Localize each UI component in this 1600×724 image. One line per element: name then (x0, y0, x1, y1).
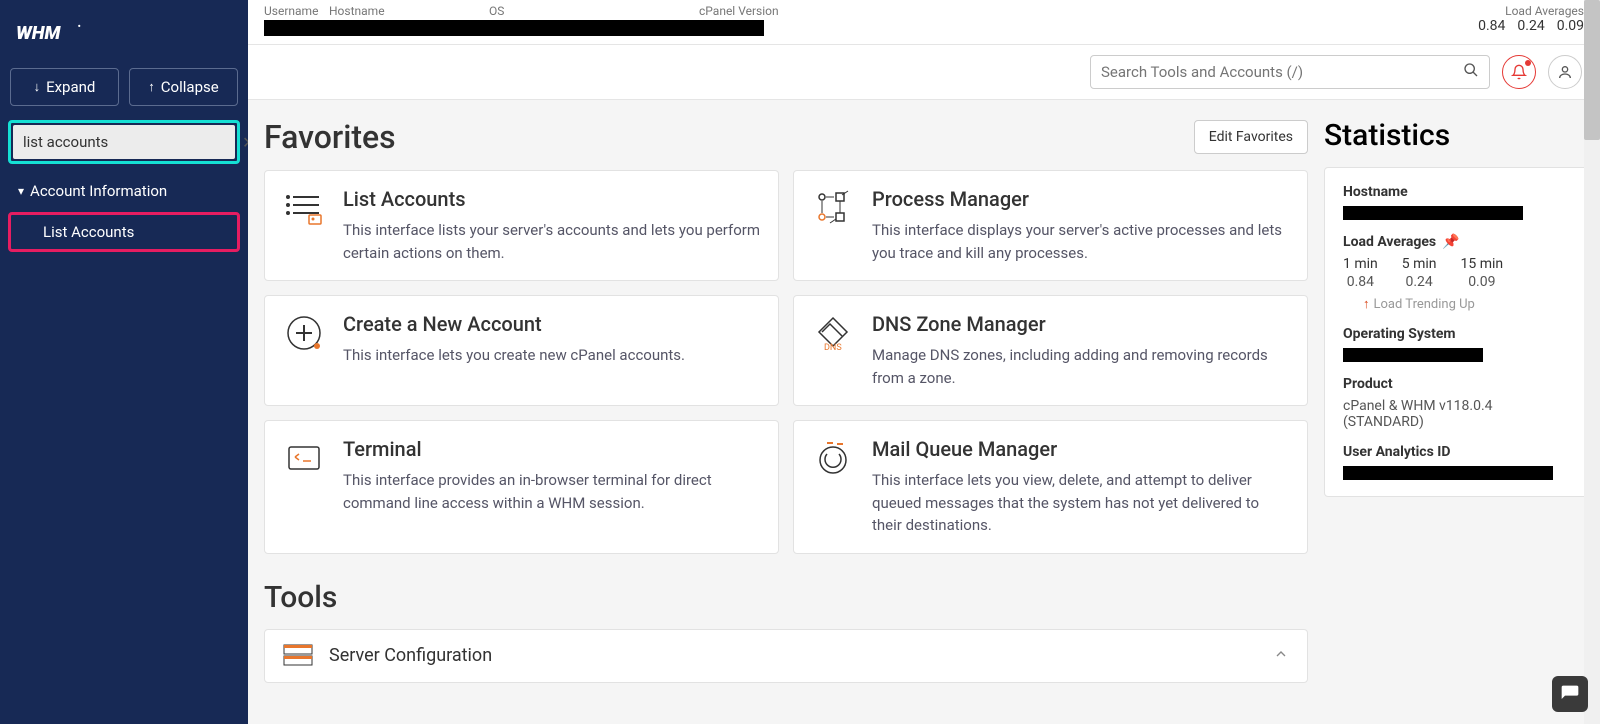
terminal-icon (283, 437, 325, 479)
sidebar-search-highlight: ✕ (8, 120, 240, 164)
card-title: Mail Queue Manager (872, 437, 1289, 461)
sidebar-search-input[interactable] (13, 125, 232, 159)
la-1min-value: 0.84 (1343, 274, 1378, 290)
arrow-down-icon: ↓ (34, 79, 41, 95)
process-manager-icon (812, 187, 854, 229)
la-15min-value: 0.09 (1461, 274, 1504, 290)
load-15min: 0.09 (1557, 18, 1584, 34)
toolbar (248, 45, 1600, 100)
collapse-button[interactable]: ↑ Collapse (129, 68, 238, 106)
favorite-card-mail-queue[interactable]: Mail Queue Manager This interface lets y… (793, 420, 1308, 554)
chat-widget-button[interactable] (1552, 676, 1588, 712)
tools-item-label: Server Configuration (329, 645, 492, 666)
sidebar: WHM ↓ Expand ↑ Collapse ✕ ▾ Account Info… (0, 0, 248, 724)
statistics-panel: Hostname Load Averages 📌 1 min 0.84 5 min… (1324, 167, 1588, 497)
card-title: Create a New Account (343, 312, 685, 336)
nav-section-account-info[interactable]: ▾ Account Information (8, 174, 240, 208)
search-icon[interactable] (1463, 62, 1479, 82)
scrollbar-thumb[interactable] (1584, 0, 1600, 140)
info-label-hostname: Hostname (329, 4, 489, 18)
info-label-os: OS (489, 4, 699, 18)
expand-button[interactable]: ↓ Expand (10, 68, 119, 106)
load-averages-label: Load Averages (1478, 4, 1584, 18)
stats-os-label: Operating System (1343, 326, 1569, 342)
trend-up-icon: ↑ (1363, 296, 1370, 312)
arrow-up-icon: ↑ (148, 79, 155, 95)
info-label-username: Username (264, 4, 329, 18)
redacted-hostname (1343, 206, 1523, 220)
tools-title: Tools (264, 580, 1308, 615)
statistics-title: Statistics (1324, 118, 1588, 153)
favorite-card-dns-zone-manager[interactable]: DNS DNS Zone Manager Manage DNS zones, i… (793, 295, 1308, 406)
svg-text:WHM: WHM (16, 22, 61, 44)
load-5min: 0.24 (1517, 18, 1544, 34)
redacted-bar (264, 20, 764, 36)
nav-item-highlight: List Accounts (8, 212, 240, 252)
stats-analytics-label: User Analytics ID (1343, 444, 1569, 460)
stats-hostname-label: Hostname (1343, 184, 1569, 200)
global-search-input[interactable] (1101, 63, 1463, 81)
chevron-up-icon[interactable] (1273, 646, 1289, 666)
trend-label: Load Trending Up (1374, 297, 1475, 312)
notification-dot-icon (1525, 60, 1531, 66)
favorite-card-create-account[interactable]: Create a New Account This interface lets… (264, 295, 779, 406)
scrollbar[interactable]: ▲ (1584, 0, 1600, 724)
edit-favorites-button[interactable]: Edit Favorites (1194, 120, 1308, 154)
favorites-title: Favorites (264, 118, 396, 156)
user-menu-button[interactable] (1548, 55, 1582, 89)
card-desc: Manage DNS zones, including adding and r… (872, 344, 1289, 389)
tools-item-server-configuration[interactable]: Server Configuration (264, 629, 1308, 683)
favorite-card-terminal[interactable]: Terminal This interface provides an in-b… (264, 420, 779, 554)
collapse-label: Collapse (161, 78, 219, 96)
card-desc: This interface lists your server's accou… (343, 219, 760, 264)
mail-queue-icon (812, 437, 854, 479)
nav-section-label: Account Information (30, 182, 167, 200)
stats-load-averages-label: Load Averages (1343, 234, 1436, 250)
card-desc: This interface displays your server's ac… (872, 219, 1289, 264)
card-desc: This interface provides an in-browser te… (343, 469, 760, 514)
favorite-card-process-manager[interactable]: Process Manager This interface displays … (793, 170, 1308, 281)
stats-product-value: cPanel & WHM v118.0.4 (STANDARD) (1343, 398, 1569, 430)
card-desc: This interface lets you view, delete, an… (872, 469, 1289, 537)
la-5min-label: 5 min (1402, 256, 1437, 272)
card-title: DNS Zone Manager (872, 312, 1289, 336)
load-1min: 0.84 (1478, 18, 1505, 34)
server-info-bar: Username Hostname OS cPanel Version Load… (248, 0, 1600, 45)
global-search[interactable] (1090, 55, 1490, 89)
main-content: Username Hostname OS cPanel Version Load… (248, 0, 1600, 724)
create-account-icon (283, 312, 325, 354)
chevron-down-icon: ▾ (18, 184, 24, 198)
card-title: Process Manager (872, 187, 1289, 211)
favorites-grid: List Accounts This interface lists your … (264, 170, 1308, 554)
dns-zone-icon: DNS (812, 312, 854, 354)
redacted-analytics (1343, 466, 1553, 480)
favorite-card-list-accounts[interactable]: List Accounts This interface lists your … (264, 170, 779, 281)
svg-text:DNS: DNS (824, 343, 842, 353)
server-configuration-icon (283, 644, 313, 668)
la-15min-label: 15 min (1461, 256, 1504, 272)
pin-icon[interactable]: 📌 (1442, 234, 1459, 250)
la-1min-label: 1 min (1343, 256, 1378, 272)
whm-logo: WHM (8, 12, 240, 68)
list-accounts-icon (283, 187, 325, 229)
info-label-cpanel-version: cPanel Version (699, 4, 819, 18)
card-desc: This interface lets you create new cPane… (343, 344, 685, 367)
stats-product-label: Product (1343, 376, 1569, 392)
card-title: List Accounts (343, 187, 760, 211)
nav-item-list-accounts[interactable]: List Accounts (11, 215, 237, 249)
expand-label: Expand (46, 78, 95, 96)
redacted-os (1343, 348, 1483, 362)
la-5min-value: 0.24 (1402, 274, 1437, 290)
card-title: Terminal (343, 437, 760, 461)
notifications-button[interactable] (1502, 55, 1536, 89)
